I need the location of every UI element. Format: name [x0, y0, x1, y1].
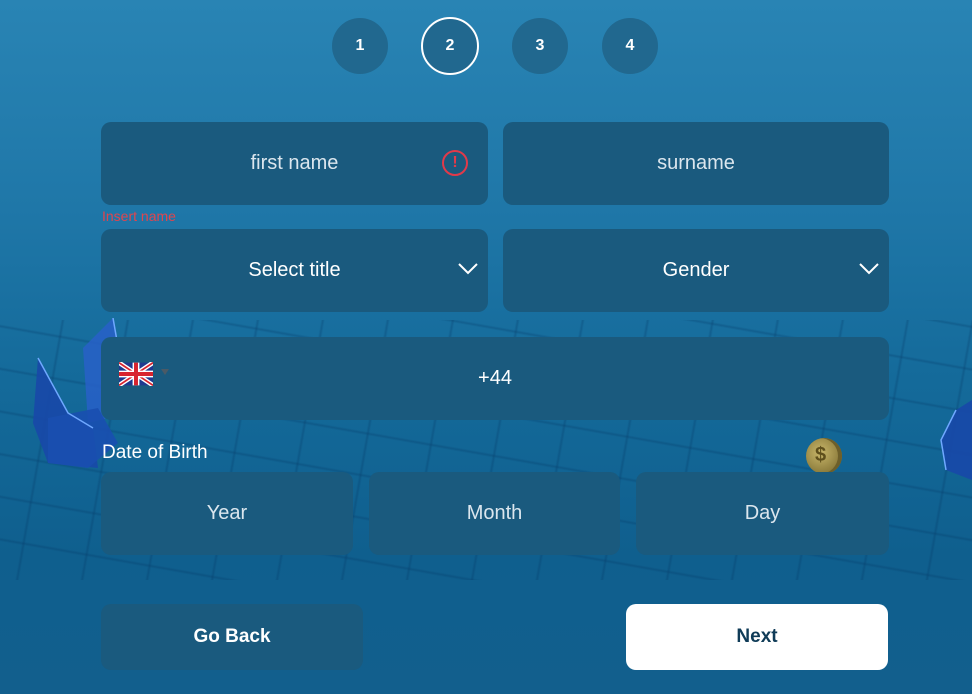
surname-placeholder: surname [657, 152, 735, 174]
step-1[interactable]: 1 [332, 18, 388, 74]
first-name-input[interactable]: first name ! [101, 122, 488, 205]
phone-dial-code: +44 [478, 367, 512, 389]
go-back-button[interactable]: Go Back [101, 604, 363, 670]
dob-month-placeholder: Month [466, 502, 523, 524]
step-2-active[interactable]: 2 [421, 17, 479, 75]
title-select-value: Select title [248, 259, 341, 281]
uk-flag-icon[interactable] [119, 362, 153, 386]
coin-decoration-icon: $ [806, 438, 842, 474]
phone-input[interactable]: +44 [101, 337, 889, 420]
dob-year-input[interactable]: Year [101, 472, 353, 555]
progress-stepper: 1 2 3 4 [0, 17, 972, 76]
first-name-placeholder: first name [250, 152, 339, 174]
title-select[interactable]: Select title [101, 229, 488, 312]
dob-year-placeholder: Year [206, 502, 248, 524]
dob-day-placeholder: Day [744, 502, 781, 524]
dob-month-input[interactable]: Month [369, 472, 620, 555]
country-dropdown-caret-icon[interactable] [161, 369, 169, 375]
gender-select[interactable]: Gender [503, 229, 889, 312]
crystal-decoration-right-icon [940, 400, 972, 480]
dob-day-input[interactable]: Day [636, 472, 889, 555]
chevron-down-icon [458, 263, 478, 275]
step-4[interactable]: 4 [602, 18, 658, 74]
chevron-down-icon [859, 263, 879, 275]
first-name-error-message: Insert name [102, 208, 176, 224]
step-3[interactable]: 3 [512, 18, 568, 74]
surname-input[interactable]: surname [503, 122, 889, 205]
next-button[interactable]: Next [626, 604, 888, 670]
error-alert-icon: ! [442, 150, 468, 176]
gender-select-value: Gender [662, 259, 730, 281]
date-of-birth-label: Date of Birth [102, 442, 208, 463]
